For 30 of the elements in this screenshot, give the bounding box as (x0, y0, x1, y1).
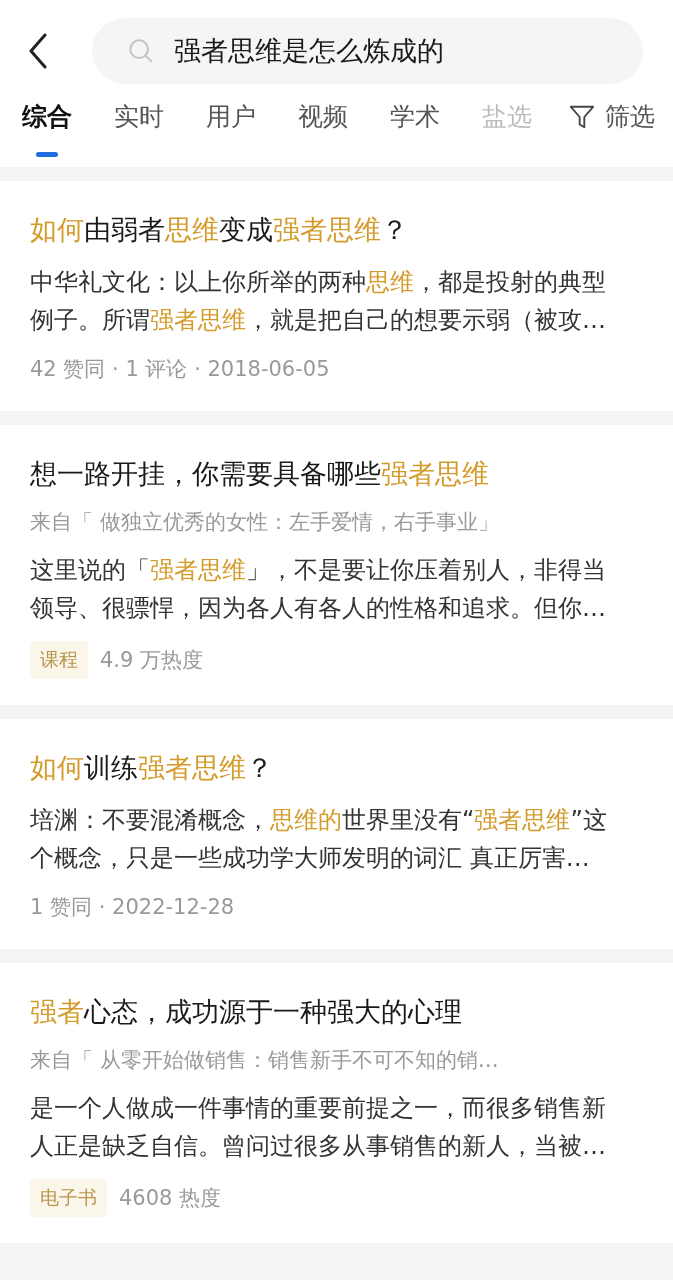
result-title: 想一路开挂，你需要具备哪些强者思维 (30, 457, 490, 491)
tab[interactable]: 学术 (390, 100, 440, 159)
content-tag: 课程 (30, 641, 88, 679)
result-title: 如何训练强者思维？ (30, 751, 274, 785)
back-icon[interactable] (28, 33, 48, 69)
result-title: 强者心态，成功源于一种强大的心理 (30, 995, 463, 1029)
result-card[interactable]: 强者心态，成功源于一种强大的心理 来自「 从零开始做销售：销售新手不可不知的销… 是一个人做成一件事情的重要前提之一，而很多销售新人正是缺乏自信。曾问过很多从事销售的新人，当被… 电子书 4608 热度 (0, 963, 673, 1243)
result-card[interactable]: 想一路开挂，你需要具备哪些强者思维 来自「 做独立优秀的女性：左手爱情，右手事业」 这里说的「强者思维」，不是要让你压着别人，非得当领导、很骠悍，因为各人有各人的性格和追求。但你… 课程 4.9 万热度 (0, 425, 673, 705)
tab[interactable]: 实时 (114, 100, 164, 159)
funnel-icon (569, 103, 595, 130)
tab[interactable]: 综合 (22, 100, 72, 159)
content-tag: 电子书 (30, 1179, 107, 1217)
result-source: 来自「 从零开始做销售：销售新手不可不知的销… (30, 1047, 500, 1074)
result-source: 来自「 做独立优秀的女性：左手爱情，右手事业」 (30, 509, 500, 536)
tab[interactable]: 视频 (298, 100, 348, 159)
result-excerpt: 培渊：不要混淆概念，思维的世界里没有“强者思维”这个概念，只是一些成功学大师发明的词汇 真正厉害… (30, 805, 608, 874)
result-meta: 4608 热度 (119, 1185, 222, 1212)
tab-indicator (36, 152, 58, 157)
result-excerpt: 是一个人做成一件事情的重要前提之一，而很多销售新人正是缺乏自信。曾问过很多从事销售的新人，当被… (30, 1093, 607, 1162)
search-field[interactable]: 强者思维是怎么炼成的 (92, 18, 643, 84)
result-card[interactable]: 如何由弱者思维变成强者思维？ 中华礼文化：以上你所举的两种思维，都是投射的典型例子。所谓强者思维，就是把自己的想要示弱（被攻… 42 赞同 · 1 评论 · 2018-06-05 (0, 181, 673, 411)
result-meta: 4.9 万热度 (100, 647, 204, 674)
result-meta: 42 赞同 · 1 评论 · 2018-06-05 (30, 356, 330, 383)
result-title: 如何由弱者思维变成强者思维？ (30, 213, 409, 247)
result-card[interactable]: 如何训练强者思维？ 培渊：不要混淆概念，思维的世界里没有“强者思维”这个概念，只是一些成功学大师发明的词汇 真正厉害… 1 赞同 · 2022-12-28 (0, 719, 673, 949)
result-excerpt: 中华礼文化：以上你所举的两种思维，都是投射的典型例子。所谓强者思维，就是把自己的想要示弱（被攻… (30, 267, 607, 336)
result-meta: 1 赞同 · 2022-12-28 (30, 894, 235, 921)
result-excerpt: 这里说的「强者思维」，不是要让你压着别人，非得当领导、很骠悍，因为各人有各人的性格和追求。但你… (30, 555, 607, 624)
search-icon (128, 38, 154, 64)
tab[interactable]: 用户 (206, 100, 256, 159)
